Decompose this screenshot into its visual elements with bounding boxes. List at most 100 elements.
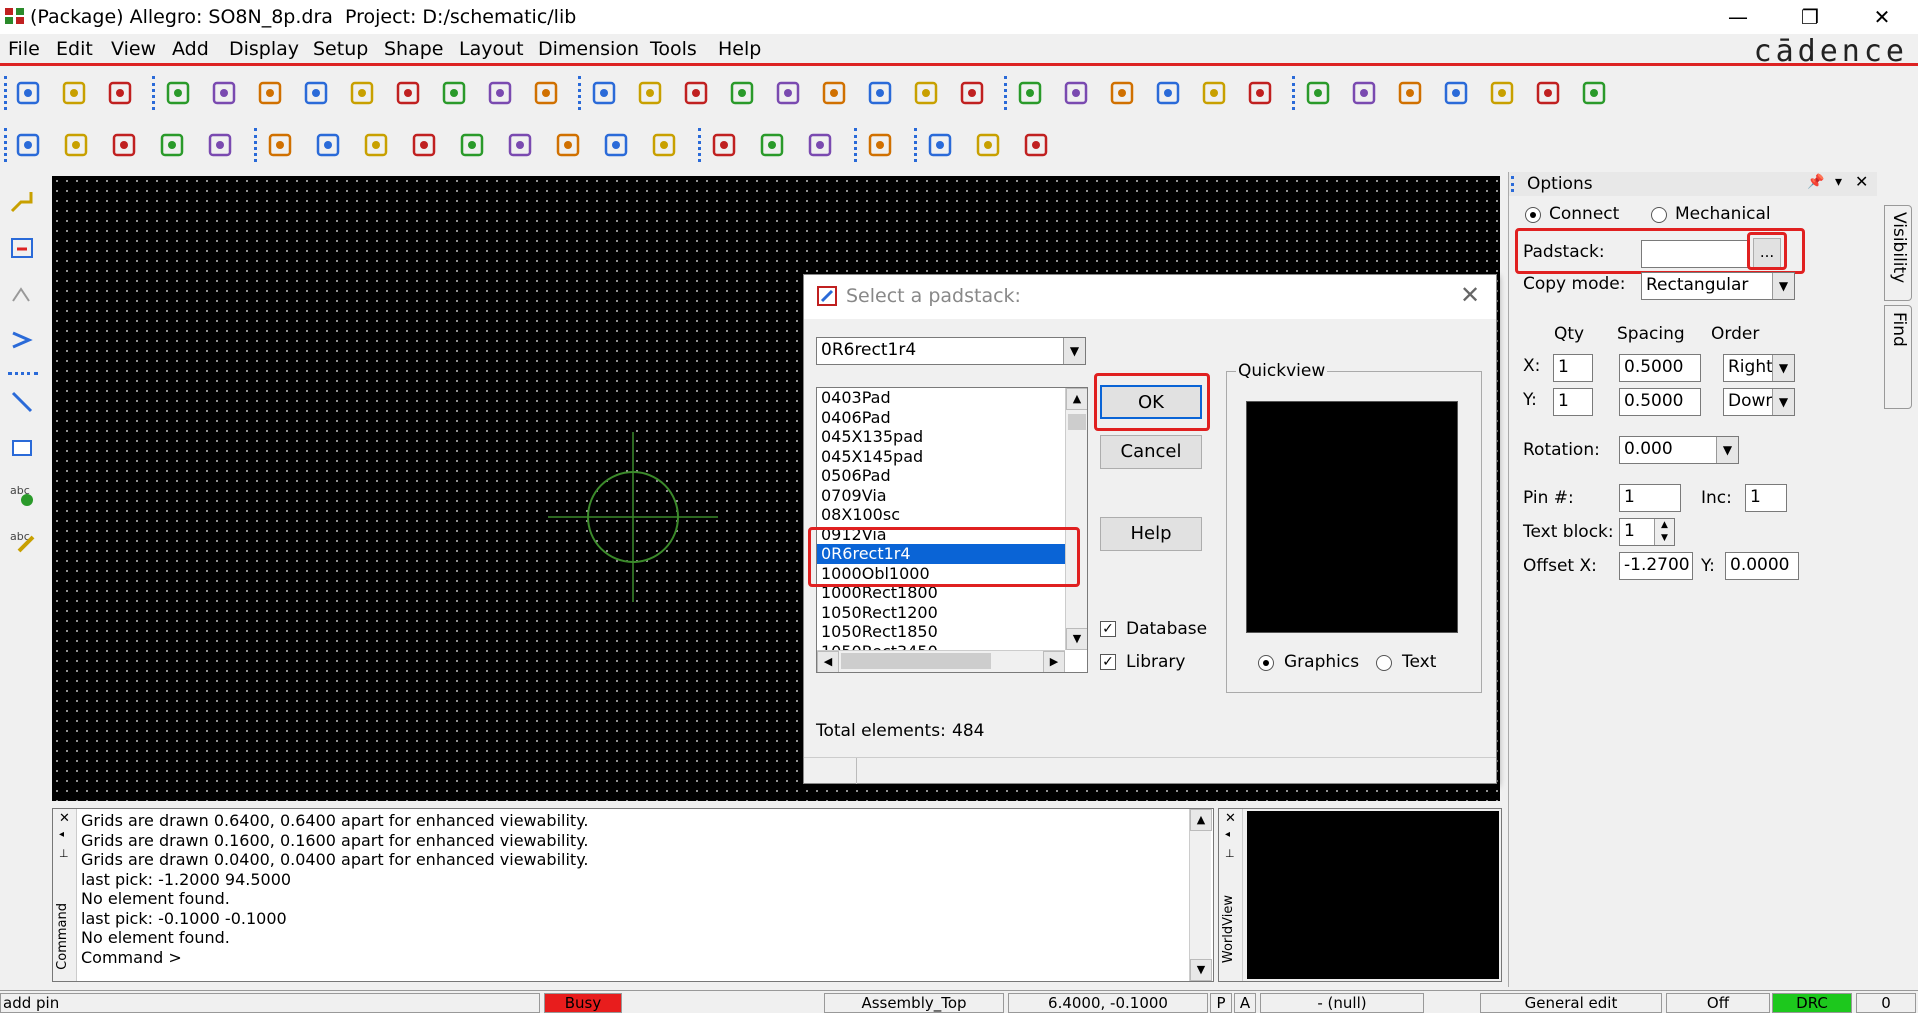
zoom-in-icon[interactable] [634, 77, 666, 109]
hscroll-thumb[interactable] [841, 653, 991, 669]
delete-icon[interactable] [254, 77, 286, 109]
scroll-thumb[interactable] [1068, 414, 1086, 430]
padstack-combo[interactable]: 0R6rect1r4 ▼ [816, 337, 1086, 365]
minimize-button[interactable]: — [1708, 2, 1768, 32]
restore-button[interactable]: ❐ [1780, 2, 1840, 32]
close-panel-icon[interactable]: ✕ [1855, 172, 1868, 191]
circle-icon[interactable] [360, 129, 392, 161]
dimension-icon[interactable] [756, 129, 788, 161]
redraw-icon[interactable] [864, 77, 896, 109]
close-icon[interactable]: ✕ [1225, 811, 1236, 826]
graphics-radio[interactable] [1258, 655, 1274, 671]
close-icon[interactable]: ✕ [59, 811, 70, 826]
symbol-icon[interactable] [60, 129, 92, 161]
y-order-select[interactable]: Down ▼ [1723, 388, 1795, 416]
pin-number-input[interactable]: 1 [1619, 484, 1681, 512]
offset-x-input[interactable]: -1.2700 [1619, 552, 1693, 580]
panel-menu-icon[interactable]: ◂ [59, 829, 64, 840]
list-item[interactable]: 08X100sc [817, 505, 1065, 525]
scroll-up-icon[interactable]: ▲ [1190, 809, 1212, 831]
chevron-down-icon[interactable]: ▼ [1772, 355, 1794, 381]
save-icon[interactable] [104, 77, 136, 109]
x-qty-input[interactable]: 1 [1553, 354, 1593, 382]
menu-dimension[interactable]: Dimension [538, 38, 639, 60]
status-layer[interactable]: Assembly_Top [824, 993, 1004, 1013]
scroll-up-icon[interactable]: ▲ [1066, 388, 1087, 410]
status-drc[interactable]: DRC [1772, 993, 1852, 1013]
inc-input[interactable]: 1 [1745, 484, 1787, 512]
refresh-icon[interactable] [504, 129, 536, 161]
command-output[interactable]: Grids are drawn 0.6400, 0.6400 apart for… [81, 811, 1181, 979]
y-spacing-input[interactable]: 0.5000 [1619, 388, 1701, 416]
redo-list-icon[interactable] [438, 77, 470, 109]
poly-icon[interactable] [648, 129, 680, 161]
undo-list-icon[interactable] [346, 77, 378, 109]
list-item[interactable]: 0406Pad [817, 408, 1065, 428]
scroll-down-icon[interactable]: ▼ [1066, 628, 1087, 650]
rect-icon[interactable] [312, 129, 344, 161]
help-button[interactable]: Help [1100, 517, 1202, 551]
scroll-right-icon[interactable]: ▶ [1043, 651, 1065, 672]
symbol-move-icon[interactable] [108, 129, 140, 161]
x-order-select[interactable]: Right ▼ [1723, 354, 1795, 382]
scroll-down-icon[interactable]: ▼ [1190, 959, 1212, 981]
square-icon[interactable] [552, 129, 584, 161]
command-scrollbar[interactable]: ▲ ▼ [1189, 809, 1212, 981]
flip-icon[interactable] [956, 77, 988, 109]
cmgr-icon[interactable] [1198, 77, 1230, 109]
library-checkbox[interactable]: ✓ [1100, 654, 1116, 670]
pin-icon[interactable]: ⊥ [1225, 847, 1235, 860]
y-qty-input[interactable]: 1 [1553, 388, 1593, 416]
list-item[interactable]: 0506Pad [817, 466, 1065, 486]
list-item[interactable]: 045X135pad [817, 427, 1065, 447]
menu-view[interactable]: View [111, 38, 156, 60]
database-checkbox[interactable]: ✓ [1100, 621, 1116, 637]
panel-menu-icon[interactable]: ◂ [1225, 829, 1230, 840]
menu-add[interactable]: Add [172, 38, 209, 60]
add-connect-icon[interactable] [6, 232, 38, 264]
shape-icon[interactable] [456, 129, 488, 161]
edit-text-icon[interactable]: abc [6, 524, 38, 556]
chevron-down-icon[interactable]: ▼ [1716, 437, 1738, 463]
x-spacing-input[interactable]: 0.5000 [1619, 354, 1701, 382]
menu-file[interactable]: File [8, 38, 40, 60]
open-folder-icon[interactable] [58, 77, 90, 109]
dimension2-icon[interactable] [804, 129, 836, 161]
add-line-icon[interactable] [6, 386, 38, 418]
menu-help[interactable]: Help [718, 38, 761, 60]
list-item[interactable]: 0709Via [817, 486, 1065, 506]
dialog-close-button[interactable]: ✕ [1460, 281, 1480, 309]
text-block-stepper[interactable]: 1 ▲ ▼ [1619, 518, 1675, 546]
tab-find[interactable]: Find [1884, 305, 1912, 409]
copy-mode-select[interactable]: Rectangular ▼ [1641, 272, 1795, 300]
grid-icon[interactable] [1014, 77, 1046, 109]
add-text-icon[interactable]: abc [6, 478, 38, 510]
undo-icon[interactable] [300, 77, 332, 109]
report-icon[interactable] [1244, 77, 1276, 109]
round-icon[interactable] [600, 129, 632, 161]
scroll-left-icon[interactable]: ◀ [817, 651, 839, 672]
add-via-icon[interactable] [1486, 77, 1518, 109]
panel-menu-icon[interactable]: ▾ [1835, 174, 1842, 190]
pin-icon[interactable] [530, 77, 562, 109]
zoom-plus-icon[interactable] [680, 77, 712, 109]
group-icon[interactable] [156, 129, 188, 161]
pin-icon[interactable]: ⊥ [59, 847, 69, 860]
snapshot-icon[interactable] [708, 129, 740, 161]
new-file-icon[interactable] [12, 77, 44, 109]
status-a[interactable]: A [1234, 993, 1256, 1013]
line-icon[interactable] [264, 129, 296, 161]
menu-shape[interactable]: Shape [384, 38, 444, 60]
vertical-scrollbar[interactable]: ▲ ▼ [1065, 388, 1087, 650]
zoom-minus-icon[interactable] [726, 77, 758, 109]
fanout-icon[interactable] [6, 324, 38, 356]
mechanical-radio[interactable] [1651, 207, 1667, 223]
route-icon[interactable] [6, 186, 38, 218]
menu-display[interactable]: Display [229, 38, 299, 60]
view-3d-icon[interactable] [910, 77, 942, 109]
reports-123-icon[interactable] [1394, 77, 1426, 109]
chevron-down-icon[interactable]: ▼ [1063, 338, 1085, 364]
copy-icon[interactable] [208, 77, 240, 109]
connect-radio[interactable] [1525, 207, 1541, 223]
color-icon[interactable] [1060, 77, 1092, 109]
